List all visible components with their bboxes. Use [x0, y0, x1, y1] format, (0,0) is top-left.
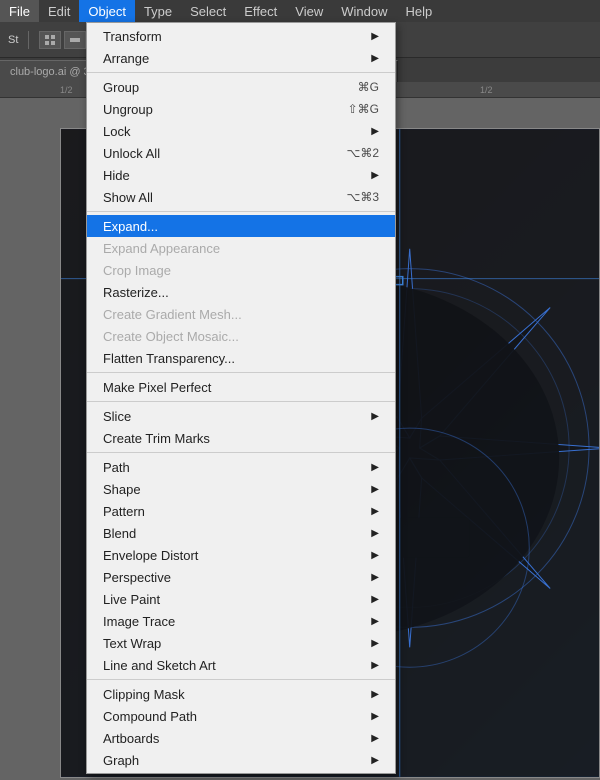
menu-ungroup[interactable]: Ungroup ⇧⌘G: [87, 98, 395, 120]
separator-3: [87, 372, 395, 373]
menu-flatten-transparency[interactable]: Flatten Transparency...: [87, 347, 395, 369]
menu-arrange[interactable]: Arrange ▶: [87, 47, 395, 69]
toolbar-label: St: [8, 34, 18, 46]
menu-unlock-all[interactable]: Unlock All ⌥⌘2: [87, 142, 395, 164]
arrow-icon: ▶: [371, 170, 379, 181]
menu-hide[interactable]: Hide ▶: [87, 164, 395, 186]
arrow-icon: ▶: [371, 484, 379, 495]
menu-clipping-mask[interactable]: Clipping Mask ▶: [87, 683, 395, 705]
menu-slice[interactable]: Slice ▶: [87, 405, 395, 427]
arrow-icon: ▶: [371, 462, 379, 473]
arrow-icon: ▶: [371, 660, 379, 671]
menu-graph[interactable]: Graph ▶: [87, 749, 395, 771]
menu-help[interactable]: Help: [396, 0, 441, 22]
arrow-icon: ▶: [371, 594, 379, 605]
arrow-icon: ▶: [371, 572, 379, 583]
arrow-icon: ▶: [371, 53, 379, 64]
arrow-icon: ▶: [371, 616, 379, 627]
arrow-icon: ▶: [371, 550, 379, 561]
menu-image-trace[interactable]: Image Trace ▶: [87, 610, 395, 632]
menu-compound-path[interactable]: Compound Path ▶: [87, 705, 395, 727]
menu-view[interactable]: View: [286, 0, 332, 22]
ruler-mark-1: 1/2: [60, 85, 73, 95]
menu-create-gradient-mesh[interactable]: Create Gradient Mesh...: [87, 303, 395, 325]
menu-shape[interactable]: Shape ▶: [87, 478, 395, 500]
menu-object[interactable]: Object: [79, 0, 135, 22]
menu-live-paint[interactable]: Live Paint ▶: [87, 588, 395, 610]
menu-transform[interactable]: Transform ▶: [87, 25, 395, 47]
arrow-icon: ▶: [371, 638, 379, 649]
arrow-icon: ▶: [371, 506, 379, 517]
menu-group[interactable]: Group ⌘G: [87, 76, 395, 98]
arrow-icon: ▶: [371, 126, 379, 137]
menu-create-trim-marks[interactable]: Create Trim Marks: [87, 427, 395, 449]
menu-edit[interactable]: Edit: [39, 0, 79, 22]
ruler-mark-3: 1/2: [480, 85, 493, 95]
arrow-icon: ▶: [371, 733, 379, 744]
menu-text-wrap[interactable]: Text Wrap ▶: [87, 632, 395, 654]
menu-pattern[interactable]: Pattern ▶: [87, 500, 395, 522]
arrow-icon: ▶: [371, 689, 379, 700]
menu-expand-appearance[interactable]: Expand Appearance: [87, 237, 395, 259]
arrow-icon: ▶: [371, 711, 379, 722]
arrow-icon: ▶: [371, 411, 379, 422]
menu-make-pixel-perfect[interactable]: Make Pixel Perfect: [87, 376, 395, 398]
object-menu: Transform ▶ Arrange ▶ Group ⌘G Ungroup ⇧…: [86, 22, 396, 774]
menu-create-object-mosaic[interactable]: Create Object Mosaic...: [87, 325, 395, 347]
arrow-icon: ▶: [371, 755, 379, 766]
menu-window[interactable]: Window: [332, 0, 396, 22]
menu-blend[interactable]: Blend ▶: [87, 522, 395, 544]
separator-5: [87, 452, 395, 453]
menu-file[interactable]: File: [0, 0, 39, 22]
menu-expand[interactable]: Expand...: [87, 215, 395, 237]
toolbar-btn-2[interactable]: [64, 31, 86, 49]
toolbar-btn-1[interactable]: [39, 31, 61, 49]
separator-2: [87, 211, 395, 212]
separator-6: [87, 679, 395, 680]
arrow-icon: ▶: [371, 528, 379, 539]
menu-path[interactable]: Path ▶: [87, 456, 395, 478]
menu-lock[interactable]: Lock ▶: [87, 120, 395, 142]
arrow-icon: ▶: [371, 31, 379, 42]
menu-bar: File Edit Object Type Select Effect View…: [0, 0, 600, 22]
menu-rasterize[interactable]: Rasterize...: [87, 281, 395, 303]
menu-line-sketch-art[interactable]: Line and Sketch Art ▶: [87, 654, 395, 676]
menu-envelope-distort[interactable]: Envelope Distort ▶: [87, 544, 395, 566]
separator-1: [87, 72, 395, 73]
separator-4: [87, 401, 395, 402]
menu-perspective[interactable]: Perspective ▶: [87, 566, 395, 588]
menu-type[interactable]: Type: [135, 0, 181, 22]
menu-select[interactable]: Select: [181, 0, 235, 22]
menu-show-all[interactable]: Show All ⌥⌘3: [87, 186, 395, 208]
menu-effect[interactable]: Effect: [235, 0, 286, 22]
menu-crop-image[interactable]: Crop Image: [87, 259, 395, 281]
menu-artboards[interactable]: Artboards ▶: [87, 727, 395, 749]
